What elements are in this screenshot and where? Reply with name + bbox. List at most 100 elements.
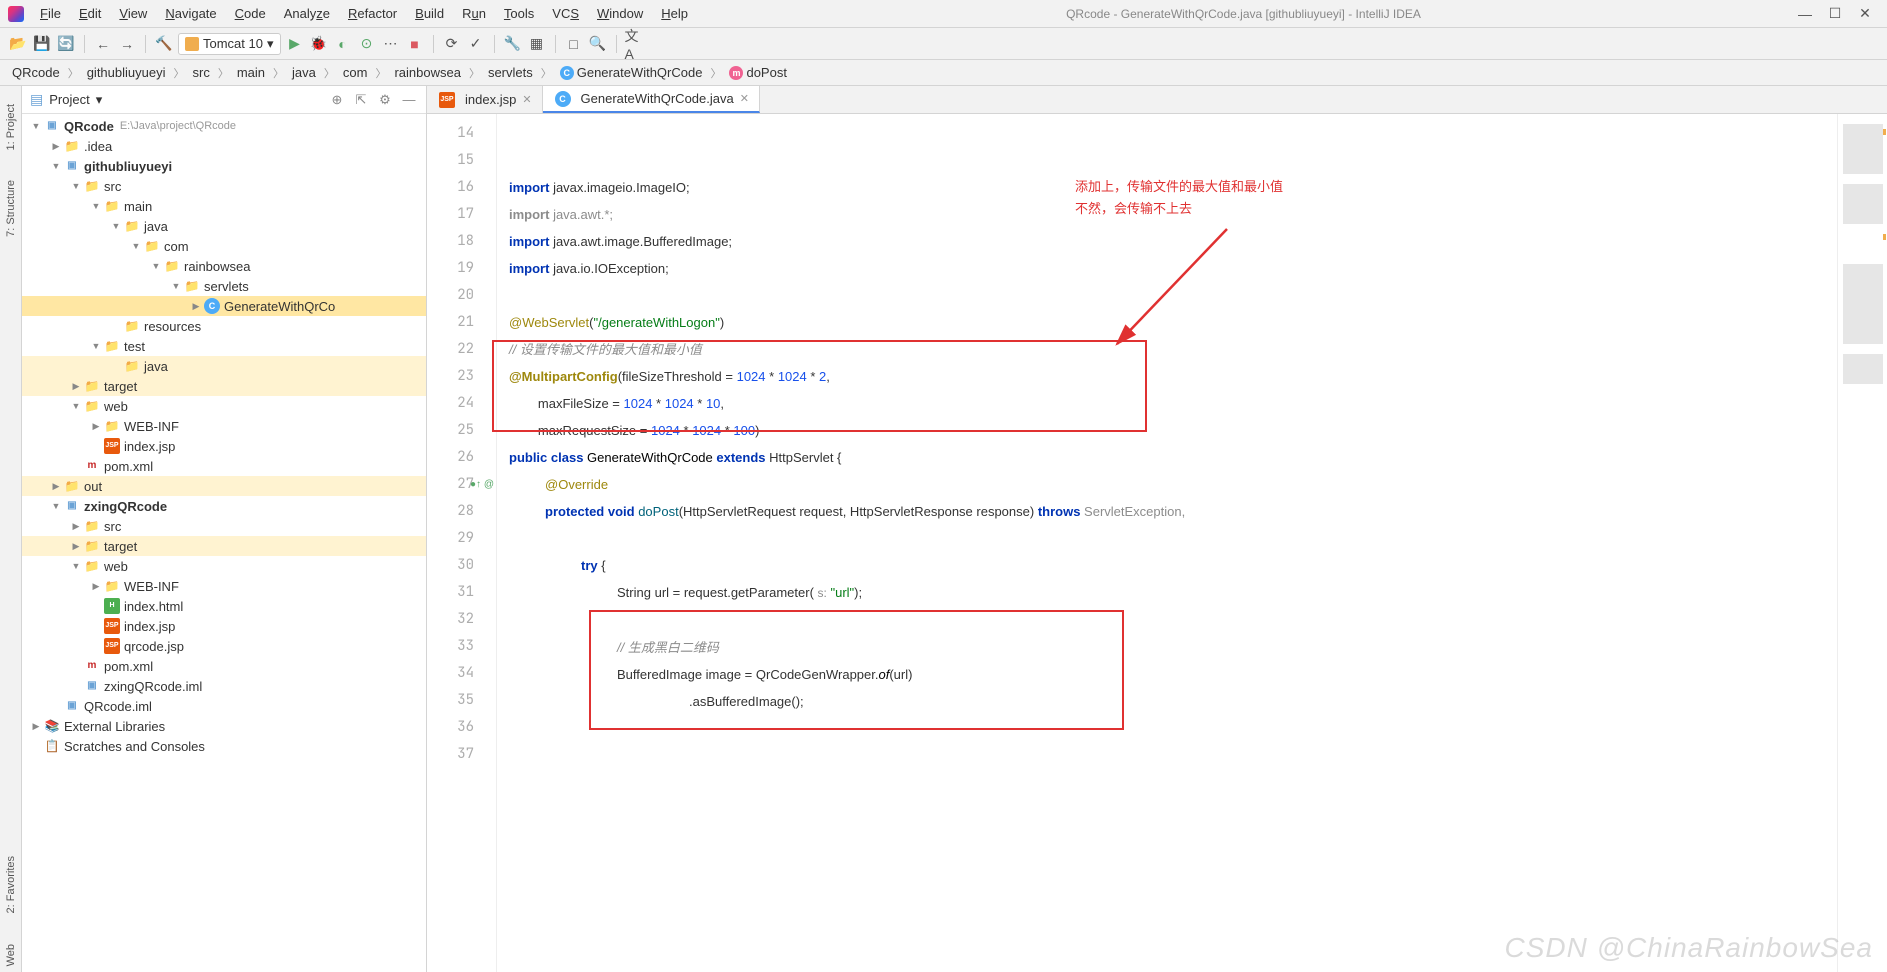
coverage-icon[interactable]: ◐ (333, 34, 353, 54)
tree-item[interactable]: ▣zxingQRcode.iml (22, 676, 426, 696)
project-tree[interactable]: ▼▣QRcodeE:\Java\project\QRcode ▶📁.idea ▼… (22, 114, 426, 972)
menu-analyze[interactable]: Analyze (276, 4, 338, 23)
line-gutter[interactable]: 14151617181920212223242526 27●↑ @ 282930… (427, 114, 497, 972)
crumb-root[interactable]: QRcode (10, 65, 62, 80)
hammer-icon[interactable]: 🔨 (154, 34, 174, 54)
minimize-button[interactable]: — (1791, 6, 1819, 22)
chevron-down-icon[interactable]: ▾ (96, 92, 103, 108)
crumb-rainbowsea[interactable]: rainbowsea (392, 65, 463, 80)
tree-item[interactable]: JSPindex.jsp (22, 616, 426, 636)
menu-code[interactable]: Code (227, 4, 274, 23)
menu-window[interactable]: Window (589, 4, 651, 23)
tree-item[interactable]: JSPindex.jsp (22, 436, 426, 456)
menu-run[interactable]: Run (454, 4, 494, 23)
run-icon[interactable]: ▶ (285, 34, 305, 54)
crumb-java[interactable]: java (290, 65, 318, 80)
side-tab-web[interactable]: Web (3, 938, 19, 972)
menu-navigate[interactable]: Navigate (157, 4, 224, 23)
menu-view[interactable]: View (111, 4, 155, 23)
crumb-servlets[interactable]: servlets (486, 65, 535, 80)
attach-icon[interactable]: ⋯ (381, 34, 401, 54)
tree-item[interactable]: ▶📚External Libraries (22, 716, 426, 736)
close-icon[interactable]: ✕ (522, 93, 531, 106)
tree-item[interactable]: mpom.xml (22, 656, 426, 676)
tree-item-selected[interactable]: ▶CGenerateWithQrCo (22, 296, 426, 316)
git-update-icon[interactable]: ⟳ (442, 34, 462, 54)
collapse-icon[interactable]: ⇱ (352, 92, 370, 108)
tree-item[interactable]: ▼▣githubliuyueyi (22, 156, 426, 176)
find-icon[interactable]: 🔍 (588, 34, 608, 54)
tree-item[interactable]: 📁resources (22, 316, 426, 336)
tree-item[interactable]: ▼📁main (22, 196, 426, 216)
crumb-method[interactable]: mdoPost (727, 65, 788, 81)
crumb-class[interactable]: CGenerateWithQrCode (558, 65, 705, 81)
profile-icon[interactable]: ⊙ (357, 34, 377, 54)
override-icon[interactable]: ●↑ @ (470, 471, 494, 498)
tree-item[interactable]: ▶📁target (22, 376, 426, 396)
minimap[interactable] (1837, 114, 1887, 972)
crumb-com[interactable]: com (341, 65, 370, 80)
tree-item[interactable]: ▼📁web (22, 396, 426, 416)
side-tab-favorites[interactable]: 2: Favorites (3, 850, 19, 919)
code-editor[interactable]: import javax.imageio.ImageIO; import jav… (497, 114, 1837, 972)
maximize-button[interactable]: ☐ (1821, 5, 1849, 22)
menu-file[interactable]: File (32, 4, 69, 23)
tree-item[interactable]: ▼📁servlets (22, 276, 426, 296)
tree-item[interactable]: ▣QRcode.iml (22, 696, 426, 716)
gear-icon[interactable]: ⚙ (376, 92, 394, 108)
menu-tools[interactable]: Tools (496, 4, 542, 23)
menu-refactor[interactable]: Refactor (340, 4, 405, 23)
tree-item[interactable]: ▶📁WEB-INF (22, 416, 426, 436)
tree-item[interactable]: 📁java (22, 356, 426, 376)
tree-item[interactable]: ▼📁rainbowsea (22, 256, 426, 276)
tree-item[interactable]: ▼📁test (22, 336, 426, 356)
tree-item[interactable]: JSPqrcode.jsp (22, 636, 426, 656)
run-config-dropdown[interactable]: Tomcat 10 ▾ (178, 33, 281, 55)
menu-vcs[interactable]: VCS (544, 4, 587, 23)
tree-item[interactable]: ▼📁com (22, 236, 426, 256)
tree-item[interactable]: ▶📁src (22, 516, 426, 536)
git-commit-icon[interactable]: ✓ (466, 34, 486, 54)
tree-item[interactable]: ▼📁src (22, 176, 426, 196)
open-icon[interactable]: 📂 (8, 34, 28, 54)
tree-item[interactable]: ▼▣zxingQRcode (22, 496, 426, 516)
tab-generate-java[interactable]: CGenerateWithQrCode.java✕ (543, 86, 760, 113)
close-button[interactable]: ✕ (1851, 5, 1879, 22)
locate-icon[interactable]: ⊕ (328, 92, 346, 108)
translate-icon[interactable]: 文A (625, 34, 645, 54)
save-all-icon[interactable]: 💾 (32, 34, 52, 54)
structure-icon[interactable]: ▦ (527, 34, 547, 54)
settings-icon[interactable]: 🔧 (503, 34, 523, 54)
side-tab-structure[interactable]: 7: Structure (3, 174, 19, 243)
side-tab-project[interactable]: 1: Project (3, 98, 19, 156)
stop-icon[interactable]: ■ (405, 34, 425, 54)
tree-root[interactable]: ▼▣QRcodeE:\Java\project\QRcode (22, 116, 426, 136)
tomcat-icon (185, 37, 199, 51)
tree-item[interactable]: ▶📁WEB-INF (22, 576, 426, 596)
search-icon[interactable]: □ (564, 34, 584, 54)
back-icon[interactable]: ← (93, 34, 113, 54)
tree-item[interactable]: ▶📁out (22, 476, 426, 496)
tree-item[interactable]: Hindex.html (22, 596, 426, 616)
hide-icon[interactable]: — (400, 92, 418, 107)
tree-item[interactable]: ▶📁.idea (22, 136, 426, 156)
forward-icon[interactable]: → (117, 34, 137, 54)
main-layout: 1: Project 7: Structure 2: Favorites Web… (0, 86, 1887, 972)
debug-icon[interactable]: 🐞 (309, 34, 329, 54)
crumb-src[interactable]: src (190, 65, 211, 80)
menu-help[interactable]: Help (653, 4, 696, 23)
app-icon (8, 6, 24, 22)
tree-item[interactable]: mpom.xml (22, 456, 426, 476)
tab-index-jsp[interactable]: JSPindex.jsp✕ (427, 86, 543, 113)
tree-item[interactable]: ▼📁java (22, 216, 426, 236)
toolbar: 📂 💾 🔄 ← → 🔨 Tomcat 10 ▾ ▶ 🐞 ◐ ⊙ ⋯ ■ ⟳ ✓ … (0, 28, 1887, 60)
crumb-module[interactable]: githubliuyueyi (85, 65, 168, 80)
sync-icon[interactable]: 🔄 (56, 34, 76, 54)
crumb-main[interactable]: main (235, 65, 267, 80)
tree-item[interactable]: ▶📁target (22, 536, 426, 556)
close-icon[interactable]: ✕ (740, 92, 749, 105)
tree-item[interactable]: 📋Scratches and Consoles (22, 736, 426, 756)
menu-edit[interactable]: Edit (71, 4, 109, 23)
tree-item[interactable]: ▼📁web (22, 556, 426, 576)
menu-build[interactable]: Build (407, 4, 452, 23)
